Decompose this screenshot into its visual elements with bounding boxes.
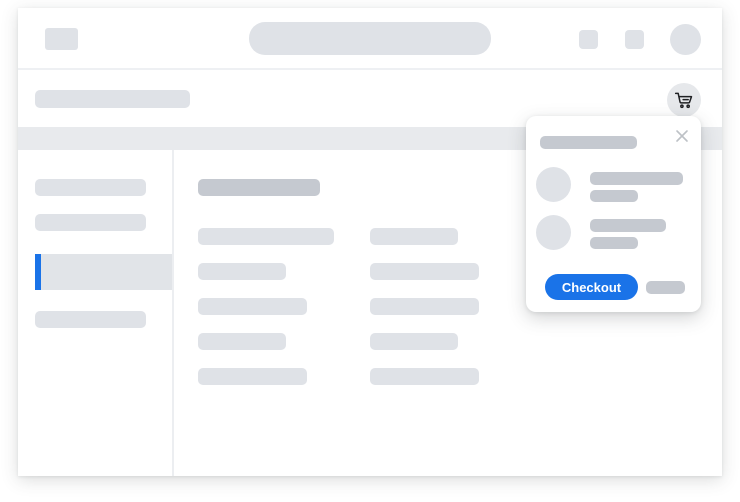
content-row-4-col-2 [370,333,458,350]
sidebar-item-2[interactable] [35,214,146,231]
cart-item-2-detail [590,237,638,249]
content-row-3-col-2 [370,298,479,315]
checkout-button[interactable]: Checkout [545,274,638,300]
sidebar-item-1[interactable] [35,179,146,196]
toolbar-button-2[interactable] [625,30,644,49]
secondary-action[interactable] [646,281,685,294]
cart-button[interactable] [667,83,701,117]
content-row-5-col-1 [198,368,307,385]
popover-title [540,136,637,149]
cart-item-1-name [590,172,683,185]
content-row-4-col-1 [198,333,286,350]
active-indicator [35,254,41,290]
cart-item-2-name [590,219,666,232]
app-logo[interactable] [45,28,78,50]
content-row-2-col-2 [370,263,479,280]
sidebar-item-4[interactable] [35,311,146,328]
cart-item-2-thumbnail [536,215,571,250]
page-title [35,90,190,108]
avatar[interactable] [670,24,701,55]
content-row-1-col-1 [198,228,334,245]
content-row-5-col-2 [370,368,479,385]
section-heading [198,179,320,196]
sidebar-divider [172,150,174,476]
cart-popover: Checkout [526,116,701,312]
cart-item-1-detail [590,190,638,202]
shopping-cart-icon [674,92,693,109]
content-row-1-col-2 [370,228,458,245]
cart-item-1-thumbnail [536,167,571,202]
content-row-3-col-1 [198,298,307,315]
content-row-2-col-1 [198,263,286,280]
close-icon[interactable] [674,128,690,144]
search-bar[interactable] [249,22,491,55]
header-divider [18,68,722,70]
sidebar-item-active[interactable] [35,254,172,290]
toolbar-button-1[interactable] [579,30,598,49]
